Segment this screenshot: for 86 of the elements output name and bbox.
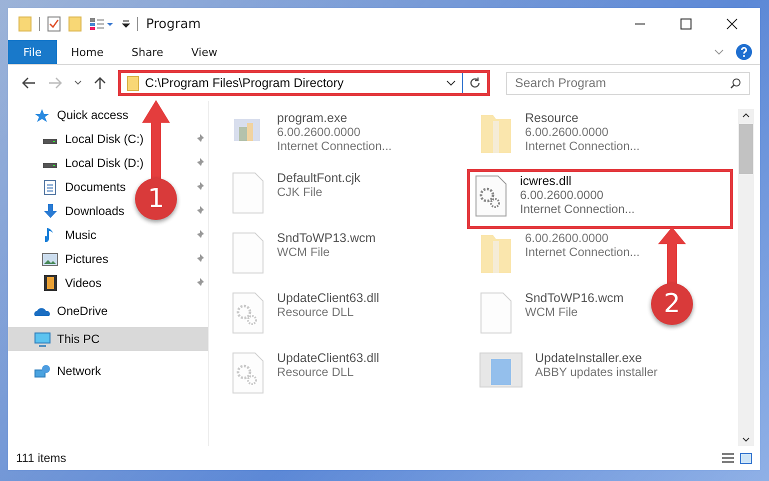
properties-icon[interactable] (47, 16, 61, 32)
file-detail: 6.00.2600.0000 (520, 188, 604, 202)
file-detail: WCM File (525, 305, 579, 319)
search-field[interactable]: Search Program (506, 72, 750, 94)
file-detail: Resource DLL (277, 305, 355, 319)
pin-icon[interactable] (195, 158, 204, 168)
close-icon[interactable] (726, 18, 738, 30)
nav-item[interactable]: This PC (8, 327, 208, 351)
customize-icon[interactable] (122, 19, 130, 29)
file-detail: WCM File (277, 245, 331, 259)
scroll-up-icon[interactable] (742, 113, 750, 118)
nav-item[interactable]: Network (8, 359, 208, 383)
file-name[interactable]: UpdateClient63.dll (277, 351, 380, 365)
ribbon-tab[interactable]: View (177, 40, 232, 64)
back-icon[interactable] (22, 77, 36, 89)
file-detail: Internet Connection... (525, 245, 640, 259)
installer-icon[interactable] (479, 351, 523, 389)
pin-icon[interactable] (195, 206, 204, 216)
up-icon[interactable] (94, 76, 106, 90)
nav-item[interactable]: Local Disk (C:) (65, 132, 144, 146)
file-name[interactable]: UpdateClient63.dll (277, 291, 380, 305)
nav-item[interactable]: Videos (65, 276, 102, 290)
gear-file-icon[interactable] (474, 174, 508, 218)
ribbon-tab[interactable]: Share (117, 40, 178, 64)
ribbon-tab[interactable]: File (8, 40, 57, 64)
folder-icon[interactable] (18, 16, 32, 32)
file-detail: Internet Connection... (525, 139, 640, 153)
tiles-view-icon[interactable] (740, 452, 752, 464)
file-name[interactable]: SndToWP13.wcm (277, 231, 376, 245)
file-icon[interactable] (231, 231, 265, 275)
file-detail: 6.00.2600.0000 (525, 231, 610, 245)
monitor-icon (34, 332, 50, 346)
document-icon (44, 180, 56, 194)
forward-icon[interactable] (48, 77, 62, 89)
new-folder-icon[interactable] (68, 16, 82, 32)
file-detail: Resource DLL (277, 365, 355, 379)
network-icon (34, 364, 50, 378)
pin-icon[interactable] (195, 278, 204, 288)
file-detail: CJK File (277, 185, 324, 199)
pin-icon[interactable] (195, 254, 204, 264)
music-note-icon (45, 227, 55, 243)
scroll-thumb[interactable] (739, 124, 753, 174)
nav-item[interactable]: Downloads (65, 204, 124, 218)
file-icon[interactable] (231, 171, 265, 215)
pin-icon[interactable] (195, 182, 204, 192)
file-detail: 6.00.2600.0000 (525, 125, 610, 139)
download-icon (42, 204, 58, 218)
folder-icon (127, 76, 139, 90)
file-name[interactable]: UpdateInstaller.exe (535, 351, 658, 365)
details-view-icon[interactable] (722, 452, 734, 464)
file-icon[interactable] (479, 291, 513, 335)
recent-icon[interactable] (74, 80, 82, 86)
view-icon[interactable] (89, 17, 115, 31)
star-icon (34, 108, 50, 122)
nav-item[interactable]: Pictures (65, 252, 108, 266)
maximize-icon[interactable] (680, 18, 692, 30)
cloud-icon (33, 306, 51, 316)
refresh-icon[interactable] (469, 77, 481, 89)
pin-icon[interactable] (195, 230, 204, 240)
help-icon[interactable] (736, 44, 752, 60)
file-detail: 6.00.2600.0000 (277, 125, 362, 139)
search-icon[interactable] (730, 78, 741, 88)
window-title: Program (146, 16, 201, 32)
pin-icon[interactable] (195, 134, 204, 144)
ribbon-tab[interactable]: Home (57, 40, 118, 64)
address-bar[interactable]: C:\Program Files\Program Directory (118, 70, 490, 96)
chevron-icon[interactable] (714, 49, 724, 55)
file-name[interactable]: Resource (525, 111, 640, 125)
file-name[interactable]: program.exe (277, 111, 392, 125)
nav-item[interactable]: Music (65, 228, 96, 242)
nav-item[interactable]: Local Disk (D:) (65, 156, 144, 170)
item-count: 111 items (16, 451, 66, 465)
scrollbar[interactable] (738, 109, 754, 446)
file-detail: ABBY updates installer (535, 365, 658, 379)
file-name[interactable]: DefaultFont.cjk (277, 171, 360, 185)
file-name[interactable]: icwres.dll (520, 174, 635, 188)
file-detail: Internet Connection... (277, 139, 392, 153)
file-detail: Internet Connection... (520, 202, 635, 216)
nav-item[interactable]: Quick access (8, 103, 208, 127)
film-icon (44, 275, 56, 291)
nav-item[interactable]: OneDrive (8, 299, 208, 323)
scroll-down-icon[interactable] (742, 437, 750, 442)
dropdown-icon[interactable] (446, 80, 456, 86)
file-name[interactable]: SndToWP16.wcm (525, 291, 624, 305)
picture-icon (42, 252, 58, 266)
nav-item[interactable]: Documents (65, 180, 126, 194)
